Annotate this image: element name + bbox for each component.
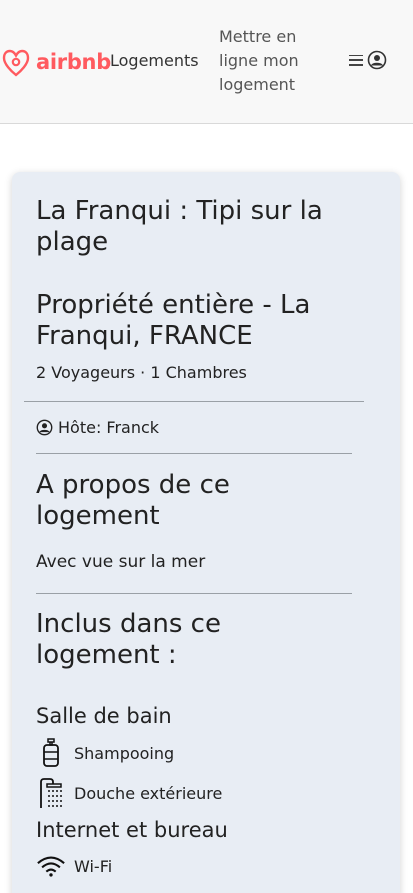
nav-link-logements[interactable]: Logements (110, 51, 199, 70)
amenity-label: Wi-Fi (74, 856, 113, 876)
amenity-category-heading: Salle de bain (36, 704, 172, 728)
amenity-category-heading: Internet et bureau (36, 818, 228, 842)
amenity-item: Douche extérieure (36, 778, 222, 808)
amenity-item: Wi-Fi (36, 854, 112, 878)
host-name: Hôte: Franck (58, 418, 160, 437)
listing-subtitle: Propriété entière - La Franqui, FRANCE (36, 290, 311, 351)
host-info: Hôte: Franck (36, 418, 159, 437)
airbnb-logo-icon (2, 48, 30, 77)
amenities-heading: Inclus dans ce logement : (36, 609, 221, 670)
airbnb-logo[interactable]: airbnb (0, 45, 111, 79)
listing-capacity: 2 Voyageurs · 1 Chambres (36, 363, 247, 382)
listing-title: La Franqui : Tipi sur la plage (36, 196, 323, 257)
top-navbar: airbnb Logements Mettre en ligne mon log… (0, 0, 413, 124)
amenity-label: Shampooing (74, 743, 175, 763)
nav-link-host[interactable]: Mettre en ligne mon logement (219, 25, 319, 97)
divider (24, 401, 364, 402)
shower-icon (40, 778, 62, 808)
wifi-icon (37, 856, 65, 877)
logo-text: airbnb (36, 50, 111, 74)
shampoo-bottle-icon (43, 738, 59, 767)
divider (36, 453, 352, 454)
divider (36, 593, 352, 594)
about-text: Avec vue sur la mer (36, 552, 206, 572)
amenity-item: Shampooing (36, 738, 174, 768)
about-heading: A propos de ce logement (36, 470, 230, 531)
user-circle-icon (36, 419, 53, 436)
hamburger-icon (349, 54, 363, 66)
user-menu-button[interactable] (349, 50, 387, 70)
user-circle-icon (367, 50, 387, 70)
amenity-label: Douche extérieure (74, 783, 223, 803)
